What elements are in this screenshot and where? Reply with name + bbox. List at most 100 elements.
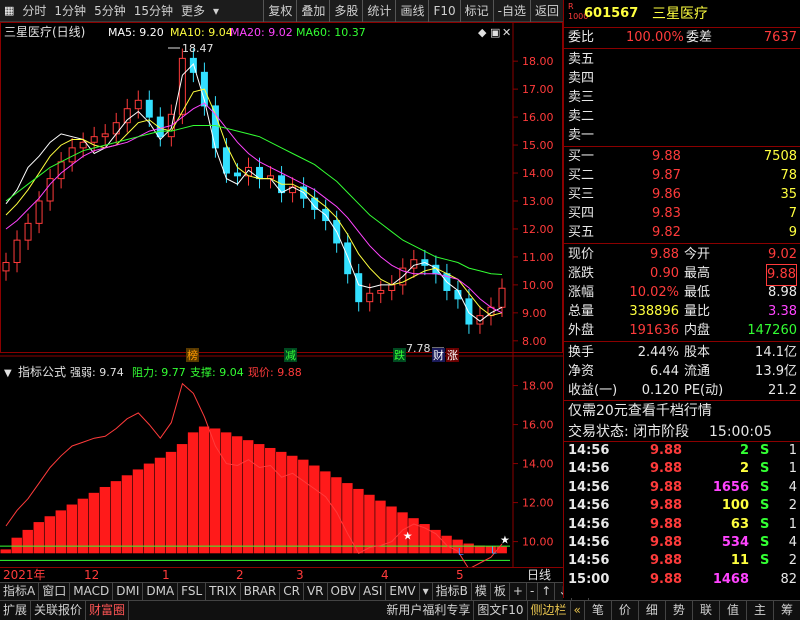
tab-board[interactable]: 板 bbox=[491, 583, 510, 600]
tab-detail[interactable]: 细 bbox=[639, 601, 666, 620]
btn-f10[interactable]: F10 bbox=[428, 0, 459, 22]
tab-vr[interactable]: VR bbox=[304, 583, 328, 600]
candle-body bbox=[134, 99, 142, 110]
tab-link[interactable]: 联 bbox=[693, 601, 720, 620]
btn-related-quote[interactable]: 关联报价 bbox=[31, 601, 87, 620]
btn-draw-line[interactable]: 画线 bbox=[395, 0, 428, 22]
tick-side: S bbox=[760, 535, 770, 550]
tab-macd[interactable]: MACD bbox=[70, 583, 114, 600]
stat-value: 0.90 bbox=[650, 266, 679, 281]
y-tick-label: 12.00 bbox=[522, 223, 554, 236]
bid-label: 买二 bbox=[568, 168, 595, 183]
btn-self-select[interactable]: -自选 bbox=[492, 0, 530, 22]
bid-label: 买一 bbox=[568, 149, 595, 164]
btn-multi-stock[interactable]: 多股 bbox=[329, 0, 362, 22]
bid-volume: 7508 bbox=[763, 149, 797, 164]
tab-5min[interactable]: 5分钟 bbox=[90, 0, 130, 22]
date-label: 4 bbox=[381, 568, 389, 582]
tab-brar[interactable]: BRAR bbox=[241, 583, 281, 600]
ma-line-ma20 bbox=[5, 102, 503, 314]
tick-price: 9.88 bbox=[650, 535, 683, 550]
chart-svg[interactable]: 8.00 9.00 10.00 11.00 12.00 13.00 14.00 15.00 16… bbox=[0, 22, 563, 567]
tick-time: 14:56 bbox=[568, 516, 610, 532]
tab-dma[interactable]: DMA bbox=[143, 583, 179, 600]
tab-indicator-a[interactable]: 指标A bbox=[0, 583, 40, 600]
indicator-menu-icon: ▼ bbox=[4, 368, 12, 379]
event-badge-label: 减 bbox=[285, 349, 296, 362]
y-tick-label: 18.00 bbox=[522, 55, 554, 68]
tab-1min[interactable]: 1分钟 bbox=[50, 0, 90, 22]
trade-status-time: 15:00:05 bbox=[709, 424, 772, 440]
tab-indicator-b[interactable]: 指标B bbox=[433, 583, 472, 600]
tab-asi[interactable]: ASI bbox=[360, 583, 387, 600]
stat-value: 147260 bbox=[747, 323, 797, 338]
sidebar-chevron-icon[interactable]: « bbox=[571, 601, 585, 620]
btn-wealth-circle[interactable]: 财富圈 bbox=[86, 601, 130, 620]
tab-trend[interactable]: 势 bbox=[666, 601, 693, 620]
tab-emv[interactable]: EMV bbox=[386, 583, 420, 600]
tab-15min[interactable]: 15分钟 bbox=[130, 0, 177, 22]
ask-label: 卖五 bbox=[568, 52, 595, 67]
move-up-icon[interactable]: ↑ bbox=[538, 583, 556, 600]
remove-icon[interactable]: - bbox=[527, 583, 539, 600]
stat-label: 内盘 bbox=[684, 323, 711, 338]
tab-arrow-icon[interactable]: ▾ bbox=[420, 583, 433, 600]
btn-statistics[interactable]: 统计 bbox=[362, 0, 395, 22]
tab-more[interactable]: 更多 bbox=[177, 0, 209, 22]
tab-price[interactable]: 价 bbox=[612, 601, 639, 620]
add-icon[interactable]: + bbox=[510, 583, 527, 600]
signal-marker: L bbox=[491, 545, 497, 556]
indicator-bar bbox=[309, 465, 320, 554]
stock-app: ▦ 分时 1分钟 5分钟 15分钟 更多 ▾ 复权 叠加 多股 统计 画线 F1… bbox=[0, 0, 800, 620]
tab-trix[interactable]: TRIX bbox=[206, 583, 241, 600]
tick-price: 9.88 bbox=[650, 516, 683, 532]
indicator-bar bbox=[154, 457, 166, 554]
indicator-bar bbox=[121, 475, 133, 554]
star-marker: ★ bbox=[500, 534, 510, 547]
candle-body bbox=[366, 292, 374, 303]
indicator-bar bbox=[209, 428, 221, 554]
bid-price: 9.83 bbox=[652, 206, 681, 221]
btn-mark[interactable]: 标记 bbox=[459, 0, 493, 22]
y-tick-label: 15.00 bbox=[522, 139, 554, 152]
top-toolbar: ▦ 分时 1分钟 5分钟 15分钟 更多 ▾ 复权 叠加 多股 统计 画线 F1… bbox=[0, 0, 563, 22]
promo-row[interactable]: 仅需20元查看千档行情 bbox=[564, 400, 800, 422]
tab-window[interactable]: 窗口 bbox=[39, 583, 71, 600]
tab-cr[interactable]: CR bbox=[280, 583, 304, 600]
tick-time: 15:00 bbox=[568, 571, 610, 587]
promo-text[interactable]: 仅需20元查看千档行情 bbox=[568, 400, 712, 422]
tab-fsl[interactable]: FSL bbox=[178, 583, 207, 600]
tab-trades[interactable]: 笔 bbox=[585, 601, 612, 620]
stat-value: 10.02% bbox=[629, 285, 679, 300]
indicator-bar bbox=[265, 447, 276, 554]
stat2-row: 收益(一) 0.120 PE(动) 21.2 bbox=[564, 381, 800, 401]
btn-restore-rights[interactable]: 复权 bbox=[263, 0, 296, 22]
btn-back[interactable]: 返回 bbox=[529, 0, 563, 22]
btn-expand[interactable]: 扩展 bbox=[0, 601, 32, 620]
btn-new-user-welfare[interactable]: 新用户福利专享 bbox=[383, 601, 475, 620]
tab-template[interactable]: 模 bbox=[472, 583, 491, 600]
indicator-bar bbox=[463, 543, 474, 554]
period-label[interactable]: 日线 bbox=[527, 568, 551, 582]
close-icon: ✕ bbox=[502, 26, 511, 39]
more-chevron-icon[interactable]: ▾ bbox=[209, 0, 223, 22]
tab-dmi[interactable]: DMI bbox=[113, 583, 144, 600]
stat2-value: 13.9亿 bbox=[755, 364, 797, 379]
chart-area[interactable]: 8.00 9.00 10.00 11.00 12.00 13.00 14.00 15.00 16… bbox=[0, 22, 563, 567]
date-axis: 2021年 12 1 2 3 4 5 日线 bbox=[0, 567, 563, 582]
tick-row: 15:00 9.88 1468 82 bbox=[564, 571, 800, 589]
menu-grid-icon[interactable]: ▦ bbox=[0, 4, 18, 17]
btn-sidebar[interactable]: 侧边栏 bbox=[528, 601, 571, 620]
bid-row: 买四 9.83 7 bbox=[564, 204, 800, 224]
tab-main[interactable]: 主 bbox=[747, 601, 774, 620]
tick-side: S bbox=[760, 461, 770, 477]
tab-obv[interactable]: OBV bbox=[328, 583, 361, 600]
stat-row: 涨幅 10.02% 最低 8.98 bbox=[564, 283, 800, 303]
btn-f10-graphic[interactable]: 图文F10 bbox=[474, 601, 528, 620]
stat-label: 涨跌 bbox=[568, 266, 595, 281]
tab-chips[interactable]: 筹 bbox=[774, 601, 800, 620]
stat2-label: 股本 bbox=[684, 345, 711, 360]
tab-value[interactable]: 值 bbox=[720, 601, 747, 620]
btn-overlay[interactable]: 叠加 bbox=[296, 0, 329, 22]
tab-intraday[interactable]: 分时 bbox=[18, 0, 50, 22]
